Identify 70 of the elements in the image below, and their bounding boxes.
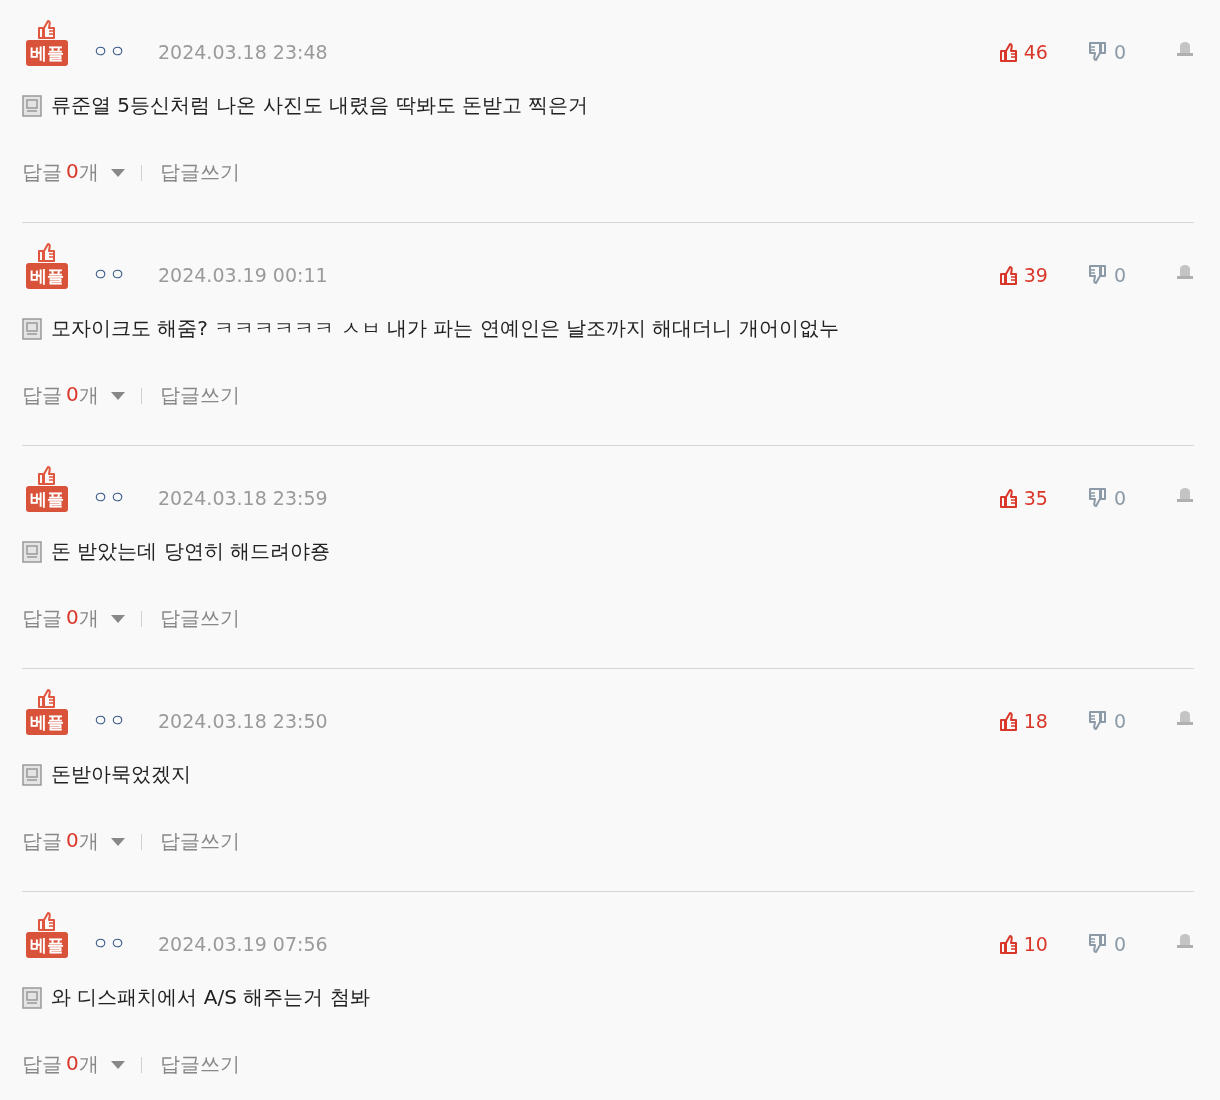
write-reply-link[interactable]: 답글쓰기 bbox=[159, 605, 240, 632]
siren-icon bbox=[1176, 41, 1194, 57]
best-comment-badge: 베플 bbox=[26, 932, 68, 958]
document-icon bbox=[22, 317, 42, 340]
thumbs-down-icon bbox=[1087, 711, 1108, 731]
thumbs-up-icon bbox=[36, 465, 58, 486]
like-button[interactable]: 46 bbox=[997, 41, 1048, 66]
comment-text: 와 디스패치에서 A/S 해주는거 첨봐 bbox=[51, 984, 370, 1011]
write-reply-link[interactable]: 답글쓰기 bbox=[159, 828, 240, 855]
reply-count-toggle[interactable]: 답글 0개 bbox=[22, 382, 99, 409]
thumbs-down-icon bbox=[1087, 488, 1108, 508]
username[interactable]: ㅇㅇ bbox=[92, 709, 126, 735]
siren-icon bbox=[1176, 487, 1194, 503]
siren-icon bbox=[1176, 933, 1194, 949]
dislike-button[interactable]: 0 bbox=[1087, 41, 1126, 66]
comment-text: 돈 받았는데 당연히 해드려야죵 bbox=[51, 538, 331, 565]
comment-text: 모자이크도 해줌? ㅋㅋㅋㅋㅋㅋ ㅅㅂ 내가 파는 연예인은 날조까지 해대더니 개어이없누 bbox=[51, 315, 839, 342]
comment-date: 2024.03.19 00:11 bbox=[158, 264, 328, 288]
reply-count-toggle[interactable]: 답글 0개 bbox=[22, 828, 99, 855]
write-reply-link[interactable]: 답글쓰기 bbox=[159, 382, 240, 409]
username[interactable]: ㅇㅇ bbox=[92, 263, 126, 289]
thumbs-up-icon bbox=[36, 19, 58, 40]
comment-date: 2024.03.18 23:59 bbox=[158, 487, 328, 511]
write-reply-link[interactable]: 답글쓰기 bbox=[159, 1051, 240, 1078]
comment-date: 2024.03.18 23:50 bbox=[158, 710, 328, 734]
best-comment-badge: 베플 bbox=[26, 263, 68, 289]
thumbs-up-icon bbox=[997, 711, 1018, 731]
reply-count-toggle[interactable]: 답글 0개 bbox=[22, 605, 99, 632]
best-comment-badge: 베플 bbox=[26, 486, 68, 512]
like-button[interactable]: 18 bbox=[997, 710, 1048, 735]
thumbs-up-icon bbox=[997, 488, 1018, 508]
username[interactable]: ㅇㅇ bbox=[92, 40, 126, 66]
dislike-button[interactable]: 0 bbox=[1087, 264, 1126, 289]
dislike-button[interactable]: 0 bbox=[1087, 933, 1126, 958]
thumbs-down-icon bbox=[1087, 934, 1108, 954]
caret-down-icon bbox=[110, 1060, 125, 1069]
caret-down-icon bbox=[110, 614, 125, 623]
like-button[interactable]: 10 bbox=[997, 933, 1048, 958]
thumbs-up-icon bbox=[36, 242, 58, 263]
like-button[interactable]: 35 bbox=[997, 487, 1048, 512]
comment-text: 돈받아묵었겠지 bbox=[51, 761, 191, 788]
thumbs-down-icon bbox=[1087, 265, 1108, 285]
document-icon bbox=[22, 986, 42, 1009]
thumbs-up-icon bbox=[36, 688, 58, 709]
document-icon bbox=[22, 94, 42, 117]
comment-date: 2024.03.19 07:56 bbox=[158, 933, 328, 957]
thumbs-up-icon bbox=[997, 42, 1018, 62]
write-reply-link[interactable]: 답글쓰기 bbox=[159, 159, 240, 186]
document-icon bbox=[22, 540, 42, 563]
dislike-button[interactable]: 0 bbox=[1087, 710, 1126, 735]
reply-count-toggle[interactable]: 답글 0개 bbox=[22, 159, 99, 186]
comment-date: 2024.03.18 23:48 bbox=[158, 41, 328, 65]
siren-icon bbox=[1176, 264, 1194, 280]
reply-count-toggle[interactable]: 답글 0개 bbox=[22, 1051, 99, 1078]
thumbs-up-icon bbox=[997, 934, 1018, 954]
caret-down-icon bbox=[110, 391, 125, 400]
best-comment-badge: 베플 bbox=[26, 709, 68, 735]
username[interactable]: ㅇㅇ bbox=[92, 486, 126, 512]
thumbs-up-icon bbox=[997, 265, 1018, 285]
comment-text: 류준열 5등신처럼 나온 사진도 내렸음 딱봐도 돈받고 찍은거 bbox=[51, 92, 589, 119]
siren-icon bbox=[1176, 710, 1194, 726]
document-icon bbox=[22, 763, 42, 786]
best-comment-badge: 베플 bbox=[26, 40, 68, 66]
dislike-button[interactable]: 0 bbox=[1087, 487, 1126, 512]
thumbs-up-icon bbox=[36, 911, 58, 932]
like-button[interactable]: 39 bbox=[997, 264, 1048, 289]
caret-down-icon bbox=[110, 837, 125, 846]
thumbs-down-icon bbox=[1087, 42, 1108, 62]
caret-down-icon bbox=[110, 168, 125, 177]
username[interactable]: ㅇㅇ bbox=[92, 932, 126, 958]
